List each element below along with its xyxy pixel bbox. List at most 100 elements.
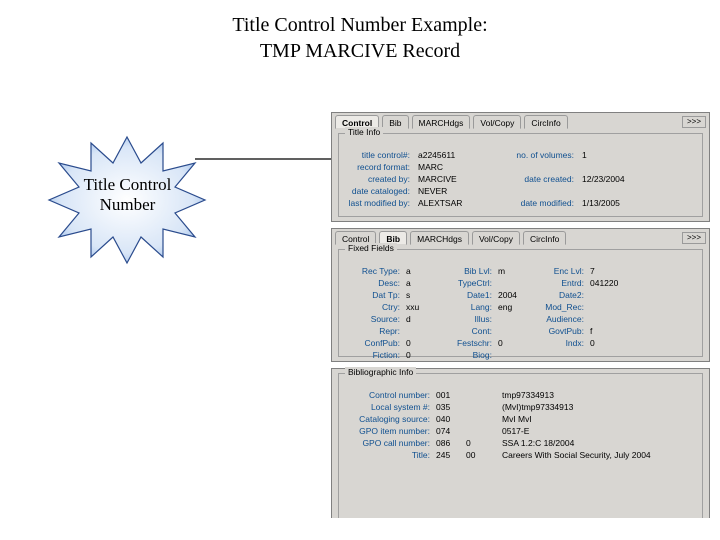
field-label: Date1: [440, 290, 492, 300]
indicator [466, 402, 496, 412]
field-label: GPO call number: [345, 438, 430, 448]
field-label [486, 162, 574, 172]
field-value: s [406, 290, 434, 300]
tab-volcopy[interactable]: Vol/Copy [472, 231, 520, 245]
tag-code: 245 [436, 450, 460, 460]
groupbox-title-info: Title Info title control#:a2245611no. of… [338, 133, 703, 217]
tab-bib[interactable]: Bib [382, 115, 408, 129]
title-info-grid: title control#:a2245611no. of volumes:1r… [345, 150, 696, 208]
groupbox-fixed-fields: Fixed Fields Rec Type:aBib Lvl:mEnc Lvl:… [338, 249, 703, 357]
field-value: d [406, 314, 434, 324]
field-value: MARCIVE [418, 174, 478, 184]
field-label: no. of volumes: [486, 150, 574, 160]
field-label: TypeCtrl: [440, 278, 492, 288]
field-label: ConfPub: [345, 338, 400, 348]
tag-code: 001 [436, 390, 460, 400]
field-label: Title: [345, 450, 430, 460]
slide-title: Title Control Number Example: TMP MARCIV… [0, 12, 720, 64]
field-label: Control number: [345, 390, 430, 400]
field-value: f [590, 326, 625, 336]
field-label: GPO item number: [345, 426, 430, 436]
panel-bib: Control Bib MARCHdgs Vol/Copy CircInfo >… [331, 228, 710, 362]
field-label: date cataloged: [345, 186, 410, 196]
field-label: date created: [486, 174, 574, 184]
field-value: 1 [582, 150, 646, 160]
field-label: title control#: [345, 150, 410, 160]
field-label: Biog: [440, 350, 492, 360]
field-value: 0 [406, 338, 434, 348]
field-value: 0 [498, 338, 526, 348]
field-label: Repr: [345, 326, 400, 336]
callout-line-2: Number [100, 195, 156, 214]
field-value: a2245611 [418, 150, 478, 160]
field-label: GovtPub: [532, 326, 584, 336]
field-value: 041220 [590, 278, 625, 288]
tab-marchdgs[interactable]: MARCHdgs [412, 115, 471, 129]
field-label: Bib Lvl: [440, 266, 492, 276]
field-value [498, 350, 526, 360]
field-label: Local system #: [345, 402, 430, 412]
tabs-more-button[interactable]: >>> [682, 232, 706, 244]
field-value: m [498, 266, 526, 276]
tag-code: 035 [436, 402, 460, 412]
field-label: Enc Lvl: [532, 266, 584, 276]
field-label: Dat Tp: [345, 290, 400, 300]
field-value: 0 [406, 350, 434, 360]
groupbox-legend: Bibliographic Info [345, 367, 416, 377]
tabs-more-button[interactable]: >>> [682, 116, 706, 128]
field-label: Fiction: [345, 350, 400, 360]
field-label: Cont: [440, 326, 492, 336]
tab-marchdgs[interactable]: MARCHdgs [410, 231, 469, 245]
fixed-fields-grid: Rec Type:aBib Lvl:mEnc Lvl:7Desc:aTypeCt… [345, 266, 696, 360]
field-label: Festschr: [440, 338, 492, 348]
field-value: a [406, 266, 434, 276]
field-value [590, 314, 625, 324]
field-label: Rec Type: [345, 266, 400, 276]
tab-volcopy[interactable]: Vol/Copy [473, 115, 521, 129]
field-value [590, 350, 625, 360]
field-value: (MvI)tmp97334913 [502, 402, 672, 412]
panel-control: Control Bib MARCHdgs Vol/Copy CircInfo >… [331, 112, 710, 222]
field-value: MvI MvI [502, 414, 672, 424]
field-label: date modified: [486, 198, 574, 208]
field-label: last modified by: [345, 198, 410, 208]
field-label: Lang: [440, 302, 492, 312]
biblio-grid: Control number:001tmp97334913Local syste… [345, 390, 696, 460]
field-label: Source: [345, 314, 400, 324]
field-label: Entrd: [532, 278, 584, 288]
tag-code: 086 [436, 438, 460, 448]
field-value: 1/13/2005 [582, 198, 646, 208]
indicator: 00 [466, 450, 496, 460]
field-value [590, 302, 625, 312]
field-value: 0517-E [502, 426, 672, 436]
field-value: 12/23/2004 [582, 174, 646, 184]
field-value: 7 [590, 266, 625, 276]
groupbox-biblio: Bibliographic Info Control number:001tmp… [338, 373, 703, 518]
field-value [582, 186, 646, 196]
indicator [466, 414, 496, 424]
field-value: NEVER [418, 186, 478, 196]
groupbox-legend: Title Info [345, 127, 383, 137]
field-value [498, 326, 526, 336]
field-value [498, 314, 526, 324]
field-value: a [406, 278, 434, 288]
field-label: Ctry: [345, 302, 400, 312]
field-value: 0 [590, 338, 625, 348]
field-label: Date2: [532, 290, 584, 300]
title-line-2: TMP MARCIVE Record [260, 40, 460, 62]
tabs-row: Control Bib MARCHdgs Vol/Copy CircInfo >… [332, 113, 709, 131]
field-label: created by: [345, 174, 410, 184]
field-label [532, 350, 584, 360]
tab-circinfo[interactable]: CircInfo [523, 231, 566, 245]
callout-line-1: Title Control [84, 175, 172, 194]
field-value: Careers With Social Security, July 2004 [502, 450, 672, 460]
tab-circinfo[interactable]: CircInfo [524, 115, 567, 129]
field-label: Illus: [440, 314, 492, 324]
title-line-1: Title Control Number Example: [232, 14, 487, 36]
indicator: 0 [466, 438, 496, 448]
field-label: Audience: [532, 314, 584, 324]
field-value [582, 162, 646, 172]
groupbox-legend: Fixed Fields [345, 243, 397, 253]
field-label: Indx: [532, 338, 584, 348]
indicator [466, 390, 496, 400]
